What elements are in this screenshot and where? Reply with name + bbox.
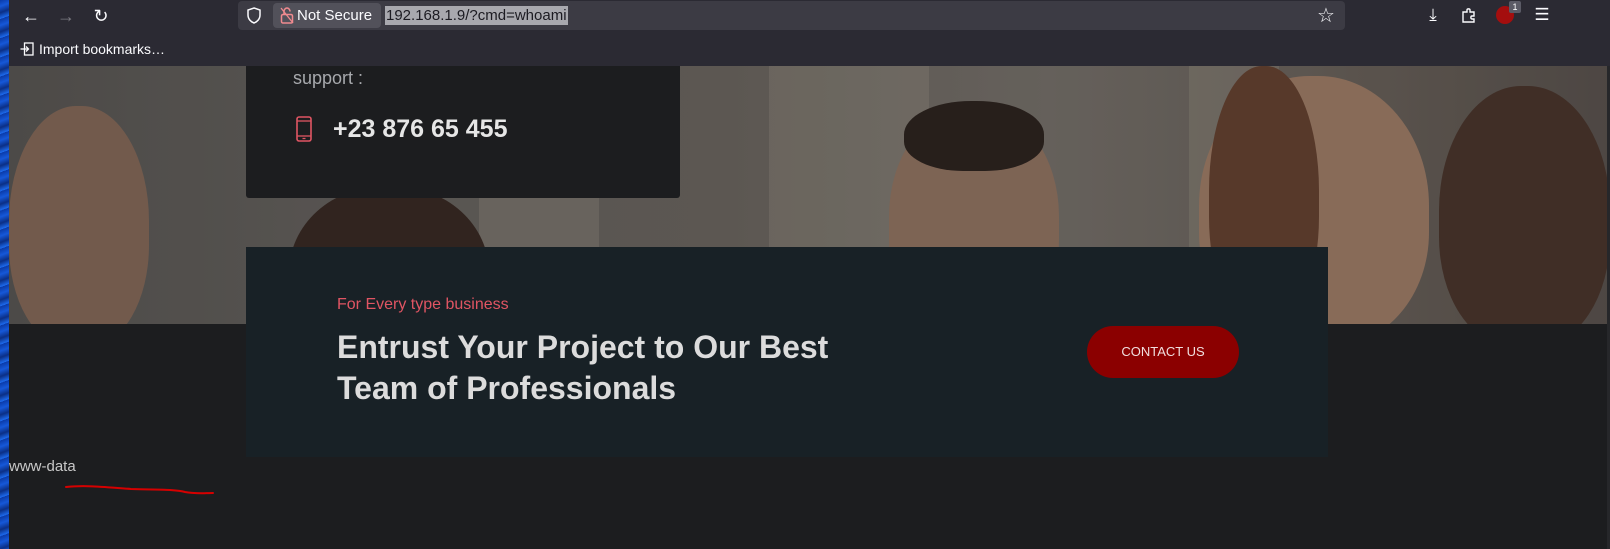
browser-toolbar: ← → ↻ Not Secure 192.168.1.9/?cmd=whoami… bbox=[9, 0, 1610, 31]
command-output-text: www-data bbox=[9, 458, 76, 475]
support-contact-card: support : +23 876 65 455 bbox=[246, 66, 680, 198]
bookmark-star-icon[interactable]: ☆ bbox=[1315, 5, 1337, 27]
browser-window: ← → ↻ Not Secure 192.168.1.9/?cmd=whoami… bbox=[9, 0, 1610, 549]
tracking-protection-shield-icon[interactable] bbox=[246, 7, 262, 24]
bookmarks-toolbar: Import bookmarks… bbox=[9, 31, 1610, 66]
hamburger-menu-icon[interactable]: ☰ bbox=[1530, 3, 1554, 27]
contact-us-button[interactable]: CONTACT US bbox=[1087, 326, 1239, 378]
not-secure-indicator[interactable]: Not Secure bbox=[273, 3, 382, 28]
back-arrow-icon[interactable]: ← bbox=[19, 4, 43, 28]
import-bookmarks-link[interactable]: Import bookmarks… bbox=[20, 40, 165, 58]
red-annotation-underline bbox=[65, 485, 214, 495]
forward-arrow-icon[interactable]: → bbox=[54, 4, 78, 28]
support-label: support : bbox=[293, 68, 364, 88]
downloads-icon[interactable]: ⤓ bbox=[1421, 3, 1445, 27]
broken-lock-icon bbox=[280, 7, 294, 24]
address-bar[interactable]: Not Secure 192.168.1.9/?cmd=whoami ☆ bbox=[238, 1, 1345, 30]
url-text[interactable]: 192.168.1.9/?cmd=whoami bbox=[385, 6, 568, 25]
call-to-action-section: For Every type business Entrust Your Pro… bbox=[246, 247, 1328, 457]
support-phone-number[interactable]: +23 876 65 455 bbox=[333, 115, 507, 143]
reload-icon[interactable]: ↻ bbox=[89, 4, 113, 28]
import-bookmarks-label: Import bookmarks… bbox=[39, 41, 166, 57]
import-icon bbox=[20, 42, 34, 56]
cta-heading: Entrust Your Project to Our Best Team of… bbox=[337, 329, 829, 406]
web-page-content: support : +23 876 65 455 For Every type … bbox=[9, 66, 1610, 549]
desktop-background-strip bbox=[0, 0, 9, 549]
cta-kicker: For Every type business bbox=[337, 296, 509, 313]
extension-badge: 1 bbox=[1509, 1, 1521, 13]
not-secure-label: Not Secure bbox=[297, 7, 373, 24]
extensions-puzzle-icon[interactable] bbox=[1460, 6, 1478, 24]
mobile-phone-icon bbox=[296, 116, 312, 142]
ublock-origin-extension-icon[interactable]: 1 bbox=[1496, 1, 1521, 24]
